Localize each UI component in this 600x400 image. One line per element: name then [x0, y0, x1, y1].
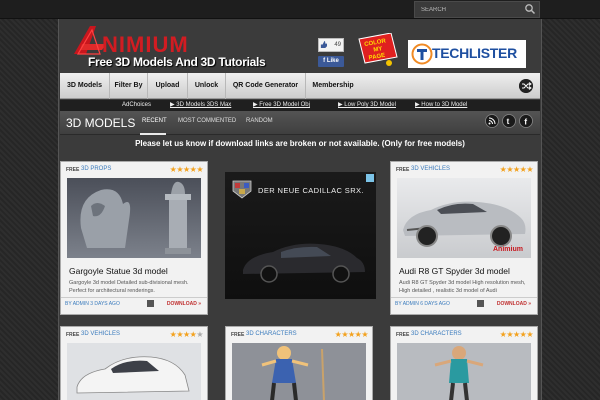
category-link[interactable]: 3D PROPS [81, 166, 111, 172]
character-thumbnail[interactable] [232, 343, 366, 400]
color-my-page-badge[interactable]: COLOR MY PAGE [353, 33, 399, 67]
card-header: FREE 3D PROPS ★★★★★ [61, 162, 207, 178]
ad-headline[interactable]: DER NEUE CADILLAC SRX. [258, 186, 364, 195]
nav-item-qr-code-generator[interactable]: QR Code Generator [226, 73, 306, 99]
free-label: FREE [66, 167, 80, 173]
rss-icon[interactable] [485, 114, 499, 128]
ad-link-3ds-max[interactable]: ▶ 3D Models 3DS Max [170, 100, 231, 111]
model-card-audi[interactable]: FREE 3D VEHICLES ★★★★★ Animium Audi R8 G… [390, 161, 538, 315]
gargoyle-thumbnail[interactable] [67, 178, 201, 258]
card-header: FREE 3D CHARACTERS ★★★★★ [226, 327, 372, 343]
facebook-like-box: 49 f Like [318, 38, 344, 68]
section-bar: 3D MODELS RECENT MOST COMMENTED RANDOM [60, 111, 540, 135]
card-header: FREE 3D CHARACTERS ★★★★★ [391, 327, 537, 343]
model-title[interactable]: Gargoyle Statue 3d model [69, 266, 201, 276]
model-card-character-2[interactable]: FREE 3D CHARACTERS ★★★★★ [390, 326, 538, 400]
free-label: FREE [66, 332, 80, 338]
ad-link-obj[interactable]: ▶ Free 3D Model Obj [253, 100, 310, 111]
techlister-banner[interactable]: TECHLISTER [408, 40, 526, 68]
card-header: FREE 3D VEHICLES ★★★★★ [391, 162, 537, 178]
card-footer: BY ADMIN 6 DAYS AGO DOWNLOAD » [391, 297, 537, 309]
cadillac-ad[interactable]: DER NEUE CADILLAC SRX. [225, 172, 376, 299]
top-bar [0, 0, 600, 19]
nav-item-filter-by[interactable]: Filter By [110, 73, 148, 99]
search-input[interactable] [414, 1, 540, 18]
download-link[interactable]: DOWNLOAD » [167, 301, 201, 307]
model-description: Audi R8 GT Spyder 3d model High resoluti… [399, 280, 526, 294]
techlister-logo-icon [411, 43, 433, 65]
category-link[interactable]: 3D VEHICLES [81, 331, 120, 337]
twitter-icon[interactable]: t [502, 114, 516, 128]
free-label: FREE [396, 332, 410, 338]
nav-item-upload[interactable]: Upload [148, 73, 188, 99]
svg-text:t: t [507, 117, 510, 126]
model-description: Gargoyle 3d model Detailed sub-divisiona… [69, 280, 189, 294]
ad-link-how-to[interactable]: ▶ How to 3D Model [415, 100, 467, 111]
svg-text:f: f [524, 117, 527, 127]
category-link[interactable]: 3D VEHICLES [411, 166, 450, 172]
download-notice: Please let us know if download links are… [135, 139, 465, 148]
model-card-vehicle-2[interactable]: FREE 3D VEHICLES ★★★★★ [60, 326, 208, 400]
ad-links-row: AdChoices ▶ 3D Models 3DS Max ▶ Free 3D … [60, 100, 540, 111]
tab-random[interactable]: RANDOM [246, 118, 273, 124]
site-logo[interactable]: NIMIUM [72, 24, 222, 58]
like-button[interactable]: f Like [318, 56, 344, 67]
download-link[interactable]: DOWNLOAD » [497, 301, 531, 307]
like-label: Like [326, 58, 339, 64]
search-icon[interactable] [524, 3, 536, 15]
category-link[interactable]: 3D CHARACTERS [411, 331, 462, 337]
category-link[interactable]: 3D CHARACTERS [246, 331, 297, 337]
model-title[interactable]: Audi R8 GT Spyder 3d model [399, 266, 531, 276]
nav-item-membership[interactable]: Membership [306, 73, 360, 99]
free-label: FREE [396, 167, 410, 173]
tab-most-commented[interactable]: MOST COMMENTED [178, 118, 236, 124]
cadillac-emblem-icon [232, 180, 252, 199]
adchoices-icon[interactable] [366, 174, 374, 182]
rating-stars[interactable]: ★★★★★ [170, 165, 204, 174]
section-title: 3D MODELS [66, 116, 136, 130]
car-image [243, 243, 365, 283]
nav-item-unlock[interactable]: Unlock [188, 73, 226, 99]
model-card-gargoyle[interactable]: FREE 3D PROPS ★★★★★ Gargoyle Statue 3d m… [60, 161, 208, 315]
facebook-icon[interactable]: f [519, 114, 533, 128]
byline[interactable]: BY ADMIN 6 DAYS AGO [395, 301, 450, 307]
shuffle-icon[interactable] [519, 79, 533, 93]
svg-text:NIMIUM: NIMIUM [102, 32, 189, 57]
model-card-character-1[interactable]: FREE 3D CHARACTERS ★★★★★ [225, 326, 373, 400]
byline[interactable]: BY ADMIN 3 DAYS AGO [65, 301, 120, 307]
nav-item-3d-models[interactable]: 3D Models [60, 73, 110, 99]
rating-stars[interactable]: ★★★★★ [500, 330, 534, 339]
comment-count-icon[interactable] [147, 300, 154, 307]
card-header: FREE 3D VEHICLES ★★★★★ [61, 327, 207, 343]
rating-stars[interactable]: ★★★★★ [500, 165, 534, 174]
tab-recent[interactable]: RECENT [142, 118, 167, 124]
comment-count-icon[interactable] [477, 300, 484, 307]
rating-stars[interactable]: ★★★★★ [170, 330, 204, 339]
vw-polo-thumbnail[interactable] [67, 343, 201, 400]
audi-thumbnail[interactable]: Animium [397, 178, 531, 258]
character-thumbnail[interactable] [397, 343, 531, 400]
svg-text:Animium: Animium [493, 246, 523, 253]
active-tab-indicator [140, 133, 166, 135]
thumbs-up-icon [320, 41, 327, 48]
site-tagline: Free 3D Models And 3D Tutorials [88, 55, 266, 69]
main-nav: 3D Models Filter By Upload Unlock QR Cod… [60, 73, 540, 99]
adchoices-label[interactable]: AdChoices [122, 100, 151, 111]
techlister-name: TECHLISTER [432, 45, 517, 61]
card-footer: BY ADMIN 3 DAYS AGO DOWNLOAD » [61, 297, 207, 309]
ad-link-low-poly[interactable]: ▶ Low Poly 3D Model [338, 100, 396, 111]
rating-stars[interactable]: ★★★★★ [335, 330, 369, 339]
free-label: FREE [231, 332, 245, 338]
